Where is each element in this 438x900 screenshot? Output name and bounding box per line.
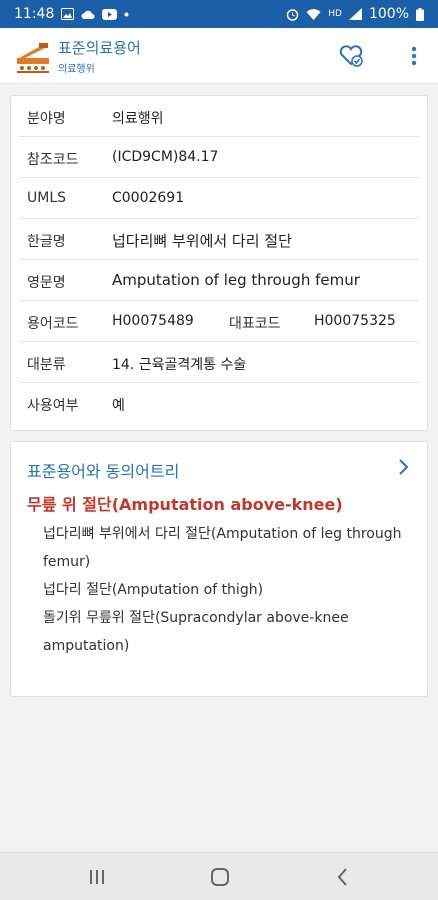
row-value: 예 [112,398,125,414]
youtube-icon [102,8,118,20]
recent-apps-button[interactable] [84,865,110,889]
row-value: (ICD9CM)84.17 [112,149,219,165]
favorite-button[interactable] [338,42,364,68]
row-field-name: 분야명 의료행위 [19,96,419,137]
status-left: 11:48 [14,6,129,22]
more-options-button[interactable] [404,42,424,70]
row-value: 넙다리뼈 부위에서 다리 절단 [112,232,292,250]
favorite-heart-check-icon [339,45,363,67]
row-label: 참조코드 [27,152,79,168]
home-icon [211,868,229,886]
row-english-name: 영문명 Amputation of leg through femur [19,260,419,301]
row-value: C0002691 [112,190,185,206]
row-label: 용어코드 [27,316,79,332]
row-label: 사용여부 [27,398,79,414]
row-label: 영문명 [27,275,66,291]
row-value: 14. 근육골격계통 수술 [112,357,247,373]
notification-dot-icon [124,12,129,17]
row-value: H00075489 [112,313,194,329]
row-label: 한글명 [27,234,66,250]
row-term-code: 용어코드 H00075489 대표코드 H00075325 [19,301,419,342]
chevron-right-icon [399,459,409,475]
app-subtitle: 의료행위 [58,64,95,75]
row-usage: 사용여부 예 [19,383,419,424]
tree-main-term: 무릎 위 절단(Amputation above-knee) [27,495,343,514]
battery-icon [416,7,424,21]
signal-icon [348,8,362,20]
row-label: 분야명 [27,111,66,127]
row-value: 의료행위 [112,111,164,127]
row-korean-name: 한글명 넙다리뼈 부위에서 다리 절단 [19,219,419,260]
tree-synonym-item: 넙다리 절단(Amputation of thigh) [43,582,264,598]
row-label: 대분류 [27,357,66,373]
back-icon [337,868,347,886]
cloud-icon [81,9,95,20]
tree-synonym-item: 돌기위 무릎위 절단(Supracondylar above-knee ampu… [43,610,349,654]
gallery-icon [61,8,75,20]
wifi-icon [306,8,321,20]
app-bar: 표준의료용어 의료행위 [0,28,438,84]
battery-percent: 100% [368,6,409,22]
status-time: 11:48 [14,6,55,22]
back-button[interactable] [330,865,356,889]
row-value-representative-code: H00075325 [314,313,396,329]
home-button[interactable] [207,865,233,889]
row-umls: UMLS C0002691 [19,178,419,219]
system-nav-bar [0,852,438,900]
app-logo-icon [15,38,51,74]
tree-expand-button[interactable] [397,456,411,478]
status-right: HD 100% [286,6,424,22]
more-vert-icon [411,46,417,66]
network-label: HD [328,9,342,19]
status-bar: 11:48 HD 100% [0,0,438,28]
row-label: UMLS [27,190,67,206]
tree-header[interactable]: 표준용어와 동의어트리 [27,458,179,482]
synonym-tree-card: 표준용어와 동의어트리 무릎 위 절단(Amputation above-kne… [10,441,428,697]
row-value: Amputation of leg through femur [112,271,360,289]
row-reference-code: 참조코드 (ICD9CM)84.17 [19,137,419,178]
tree-synonym-item: 넙다리뼈 부위에서 다리 절단(Amputation of leg throug… [43,526,402,570]
alarm-icon [286,8,299,21]
app-title: 표준의료용어 [58,39,141,57]
row-label-representative-code: 대표코드 [229,316,281,332]
row-category: 대분류 14. 근육골격계통 수술 [19,342,419,383]
recent-apps-icon [90,870,104,884]
detail-card: 분야명 의료행위 참조코드 (ICD9CM)84.17 UMLS C000269… [10,95,428,431]
